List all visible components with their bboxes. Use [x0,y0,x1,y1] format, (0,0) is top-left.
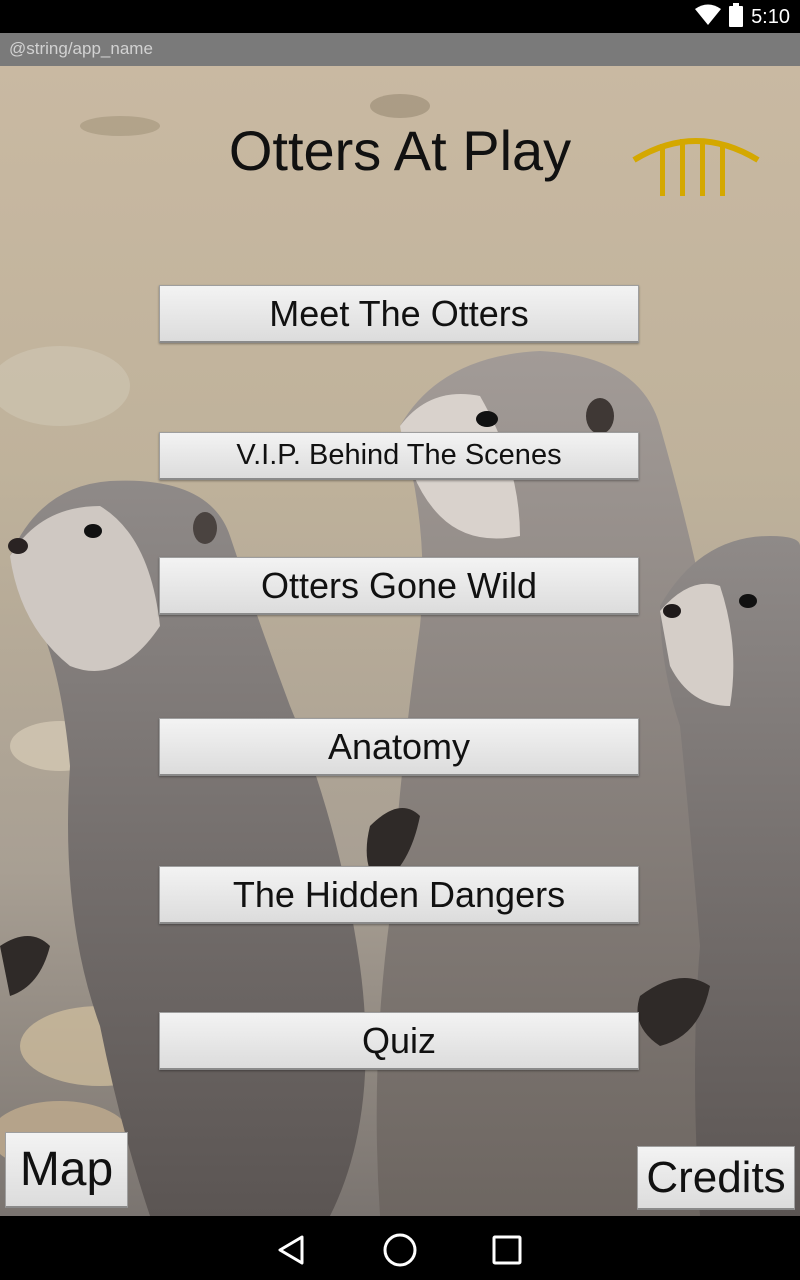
anatomy-button[interactable]: Anatomy [159,718,639,776]
app-bar: @string/app_name [0,33,800,66]
app-bar-title: @string/app_name [9,39,153,58]
map-button[interactable]: Map [5,1132,128,1208]
vip-behind-the-scenes-button[interactable]: V.I.P. Behind The Scenes [159,432,639,480]
status-time: 5:10 [751,5,790,28]
home-icon[interactable] [378,1228,422,1272]
otters-gone-wild-button[interactable]: Otters Gone Wild [159,557,639,615]
navigation-bar [0,1216,800,1280]
page-title: Otters At Play [228,119,572,182]
quiz-button[interactable]: Quiz [159,1012,639,1070]
hidden-dangers-button[interactable]: The Hidden Dangers [159,866,639,924]
back-icon[interactable] [269,1228,313,1272]
battery-icon [729,2,744,32]
bridge-logo-icon [632,138,760,196]
wifi-icon [695,4,722,31]
meet-the-otters-button[interactable]: Meet The Otters [159,285,639,343]
main-content: Otters At Play Meet The Otters V.I.P. Be… [0,66,800,1216]
status-bar: 5:10 [0,0,800,33]
status-icons: 5:10 [695,2,790,32]
recents-icon[interactable] [485,1228,529,1272]
credits-button[interactable]: Credits [637,1146,795,1210]
